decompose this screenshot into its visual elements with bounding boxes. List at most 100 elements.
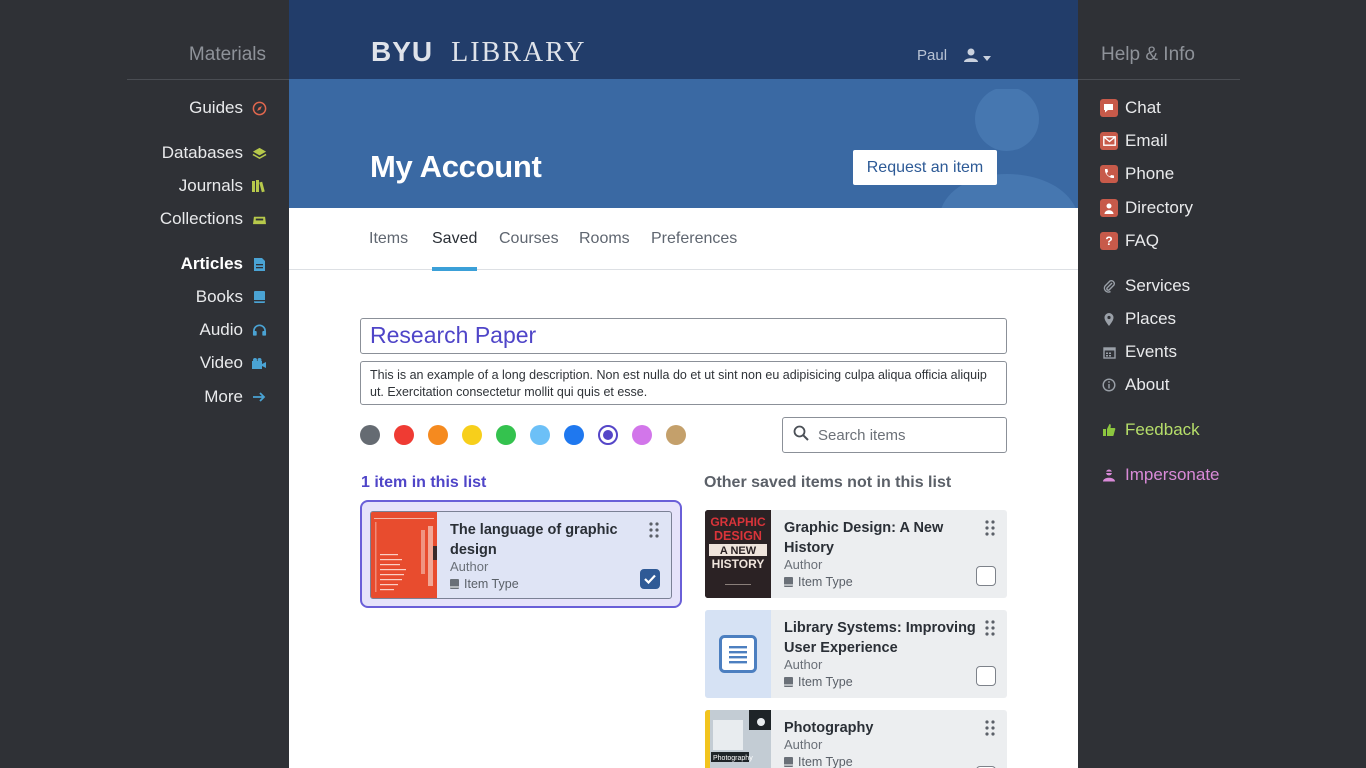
item-title[interactable]: Photography: [784, 718, 964, 738]
drag-handle-icon[interactable]: [985, 620, 995, 641]
search-box[interactable]: [782, 417, 1007, 453]
nav-email[interactable]: Email: [1100, 129, 1168, 153]
item-checkbox[interactable]: [640, 569, 660, 589]
nav-label: Journals: [178, 176, 243, 195]
tab-courses[interactable]: Courses: [499, 230, 559, 270]
item-author: Author: [784, 557, 823, 572]
nav-about[interactable]: About: [1100, 373, 1169, 397]
item-checkbox[interactable]: [976, 666, 996, 686]
materials-heading: Materials: [188, 44, 266, 65]
drag-handle-icon[interactable]: [985, 720, 995, 741]
divider: [1078, 79, 1240, 80]
list-item[interactable]: Photography Photography Author Item Type: [705, 710, 1007, 768]
color-swatch[interactable]: [564, 425, 584, 445]
item-title[interactable]: The language of graphic design: [450, 520, 630, 560]
request-item-button[interactable]: Request an item: [853, 150, 997, 185]
item-type-label: Item Type: [798, 675, 853, 689]
nav-label: Services: [1125, 276, 1191, 295]
main-panel: BYU LIBRARY Paul My Account Request an it…: [289, 0, 1078, 768]
divider: [127, 79, 289, 80]
nav-feedback[interactable]: Feedback: [1100, 418, 1200, 442]
item-type: Item Type: [784, 755, 853, 768]
cover-text-2: DESIGN: [714, 529, 762, 543]
layers-icon: [251, 145, 267, 161]
nav-places[interactable]: Places: [1100, 307, 1176, 331]
item-title[interactable]: Library Systems: Improving User Experien…: [784, 618, 979, 658]
thumbs-up-icon: [1100, 421, 1118, 439]
headphones-icon: [251, 322, 267, 338]
drag-handle-icon[interactable]: [649, 522, 659, 543]
nav-events[interactable]: Events: [1100, 340, 1177, 364]
color-swatch[interactable]: [496, 425, 516, 445]
nav-label: Email: [1125, 131, 1168, 150]
user-icon: [963, 47, 979, 68]
nav-label: About: [1125, 375, 1170, 394]
item-type-label: Item Type: [464, 577, 519, 591]
book-icon: [784, 577, 793, 587]
list-description-field[interactable]: This is an example of a long description…: [360, 361, 1007, 405]
color-swatch[interactable]: [462, 425, 482, 445]
color-swatch[interactable]: [598, 425, 618, 445]
tab-saved[interactable]: Saved: [432, 230, 478, 271]
color-swatch[interactable]: [632, 425, 652, 445]
archive-icon: [251, 211, 267, 227]
nav-directory[interactable]: Directory: [1100, 196, 1193, 220]
email-icon: [1100, 132, 1118, 150]
nav-audio[interactable]: Audio: [200, 318, 267, 342]
top-bar: BYU LIBRARY Paul: [289, 0, 1078, 79]
user-menu[interactable]: [963, 47, 991, 68]
nav-services[interactable]: Services: [1100, 274, 1190, 298]
item-type: Item Type: [784, 575, 853, 589]
item-title[interactable]: Graphic Design: A New History: [784, 518, 964, 558]
item-checkbox[interactable]: [976, 566, 996, 586]
nav-more[interactable]: More: [204, 385, 267, 409]
color-swatch[interactable]: [428, 425, 448, 445]
chevron-down-icon: [983, 49, 991, 67]
directory-icon: [1100, 199, 1118, 217]
other-items-heading: Other saved items not in this list: [704, 474, 952, 491]
nav-guides[interactable]: Guides: [189, 96, 267, 120]
item-author: Author: [784, 657, 823, 672]
logo-text: LIBRARY: [451, 37, 587, 68]
list-item[interactable]: GRAPHIC DESIGN A NEW HISTORY Graphic Des…: [705, 510, 1007, 598]
account-tabs: Items Saved Courses Rooms Preferences: [289, 208, 1078, 271]
paperclip-icon: [1100, 277, 1118, 295]
nav-articles[interactable]: Articles: [181, 252, 267, 276]
library-logo[interactable]: BYU LIBRARY: [371, 36, 586, 70]
color-swatch[interactable]: [360, 425, 380, 445]
nav-books[interactable]: Books: [196, 285, 267, 309]
tab-items[interactable]: Items: [369, 230, 408, 270]
color-swatch[interactable]: [394, 425, 414, 445]
nav-label: Chat: [1125, 98, 1161, 117]
list-item[interactable]: The language of graphic design Author It…: [370, 511, 672, 599]
nav-label: Places: [1125, 309, 1177, 328]
tab-rooms[interactable]: Rooms: [579, 230, 630, 270]
phone-icon: [1100, 165, 1118, 183]
color-swatch[interactable]: [530, 425, 550, 445]
book-cover: Photography: [705, 710, 771, 768]
item-type-label: Item Type: [798, 755, 853, 768]
nav-collections[interactable]: Collections: [160, 207, 267, 231]
nav-databases[interactable]: Databases: [162, 141, 267, 165]
drag-handle-icon[interactable]: [985, 520, 995, 541]
list-item[interactable]: Library Systems: Improving User Experien…: [705, 610, 1007, 698]
nav-label: Books: [195, 287, 243, 306]
in-list-heading: 1 item in this list: [361, 474, 487, 491]
left-sidebar: Materials Guides Databases Journals Coll…: [0, 0, 289, 768]
nav-faq[interactable]: ? FAQ: [1100, 229, 1159, 253]
search-input[interactable]: [818, 426, 988, 444]
book-icon: [251, 289, 267, 305]
nav-chat[interactable]: Chat: [1100, 96, 1161, 120]
compass-icon: [251, 100, 267, 116]
tab-preferences[interactable]: Preferences: [651, 230, 737, 270]
nav-video[interactable]: Video: [200, 351, 267, 375]
logo-brand: BYU: [371, 36, 434, 67]
color-swatch[interactable]: [666, 425, 686, 445]
nav-phone[interactable]: Phone: [1100, 162, 1174, 186]
list-title-field[interactable]: Research Paper: [360, 318, 1007, 354]
user-mask-icon: [1100, 466, 1118, 484]
nav-label: Impersonate: [1125, 465, 1220, 484]
nav-impersonate[interactable]: Impersonate: [1100, 463, 1220, 487]
nav-journals[interactable]: Journals: [179, 174, 267, 198]
map-pin-icon: [1100, 310, 1118, 328]
